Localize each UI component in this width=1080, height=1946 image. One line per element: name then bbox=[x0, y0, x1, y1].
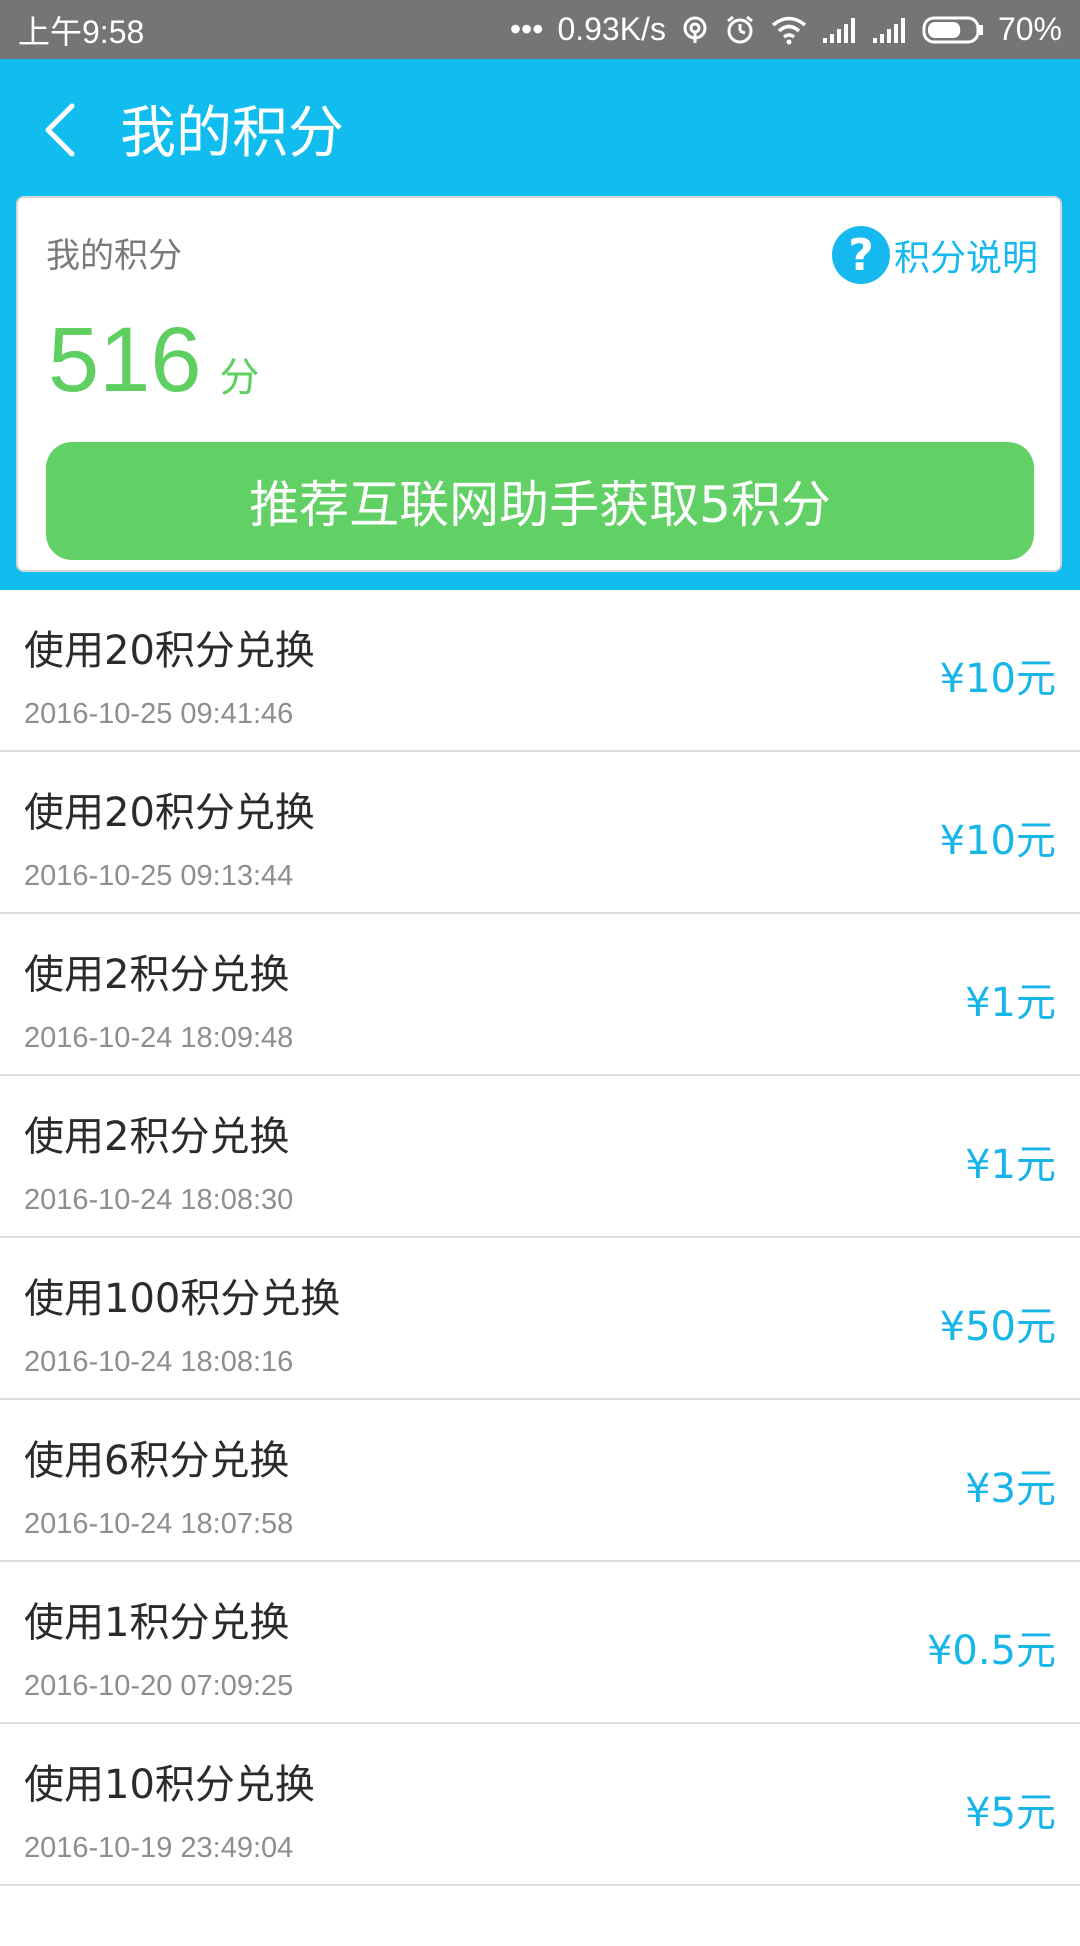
back-arrow-icon bbox=[42, 102, 78, 162]
record-amount: ¥5元 bbox=[965, 1790, 1056, 1836]
network-speed: 0.93K/s bbox=[557, 11, 666, 47]
status-bar: 上午9:58 ••• 0.93K/s 70% bbox=[0, 0, 1080, 59]
wifi-icon bbox=[770, 15, 808, 45]
more-dots: ••• bbox=[509, 11, 544, 47]
exchange-record-list: 使用20积分兑换 2016-10-25 09:41:46 ¥10元 使用20积分… bbox=[0, 590, 1080, 1946]
signal-icon-2 bbox=[872, 16, 908, 44]
points-card-label: 我的积分 bbox=[46, 236, 182, 276]
record-title: 使用2积分兑换 bbox=[24, 952, 290, 998]
signal-icon-1 bbox=[822, 16, 858, 44]
record-date: 2016-10-24 18:09:48 bbox=[24, 1022, 294, 1054]
record-date: 2016-10-19 23:49:04 bbox=[24, 1832, 294, 1864]
record-title: 使用1积分兑换 bbox=[24, 1600, 290, 1646]
status-icons: ••• 0.93K/s 70% bbox=[510, 11, 1062, 48]
list-item[interactable]: 使用20积分兑换 2016-10-25 09:13:44 ¥10元 bbox=[0, 752, 1080, 914]
points-help-link[interactable]: ? 积分说明 bbox=[831, 226, 1038, 284]
record-date: 2016-10-25 09:13:44 bbox=[24, 860, 294, 892]
points-unit: 分 bbox=[219, 355, 260, 401]
list-item[interactable]: 使用2积分兑换 2016-10-24 18:09:48 ¥1元 bbox=[0, 914, 1080, 1076]
question-icon: ? bbox=[831, 226, 890, 284]
record-amount: ¥1元 bbox=[965, 980, 1056, 1026]
record-title: 使用100积分兑换 bbox=[24, 1276, 341, 1322]
record-amount: ¥3元 bbox=[965, 1466, 1056, 1512]
recommend-button[interactable]: 推荐互联网助手获取5积分 bbox=[46, 442, 1034, 560]
hotspot-icon bbox=[680, 15, 710, 45]
points-help-label: 积分说明 bbox=[893, 238, 1038, 279]
status-time: 上午9:58 bbox=[18, 13, 145, 50]
battery-percent: 70% bbox=[997, 11, 1062, 47]
battery-icon bbox=[922, 16, 984, 44]
record-date: 2016-10-24 18:08:30 bbox=[24, 1184, 294, 1216]
record-title: 使用6积分兑换 bbox=[24, 1438, 290, 1484]
list-item[interactable]: 使用100积分兑换 2016-10-24 18:08:16 ¥50元 bbox=[0, 1238, 1080, 1400]
record-title: 使用20积分兑换 bbox=[24, 790, 315, 836]
list-item[interactable]: 使用6积分兑换 2016-10-24 18:07:58 ¥3元 bbox=[0, 1400, 1080, 1562]
record-title: 使用10积分兑换 bbox=[24, 1762, 315, 1808]
record-title: 使用2积分兑换 bbox=[24, 1114, 290, 1160]
points-value: 516 bbox=[48, 309, 202, 411]
record-date: 2016-10-25 09:41:46 bbox=[24, 698, 294, 730]
list-item[interactable]: 使用20积分兑换 2016-10-25 09:41:46 ¥10元 bbox=[0, 590, 1080, 752]
list-item[interactable]: 使用1积分兑换 2016-10-20 07:09:25 ¥0.5元 bbox=[0, 1562, 1080, 1724]
points-display: 516 分 bbox=[48, 308, 260, 413]
record-amount: ¥1元 bbox=[965, 1142, 1056, 1188]
record-amount: ¥0.5元 bbox=[926, 1628, 1056, 1674]
record-date: 2016-10-20 07:09:25 bbox=[24, 1670, 294, 1702]
record-date: 2016-10-24 18:07:58 bbox=[24, 1508, 294, 1540]
points-card: 我的积分 ? 积分说明 516 分 推荐互联网助手获取5积分 bbox=[16, 196, 1062, 572]
record-amount: ¥10元 bbox=[939, 818, 1056, 864]
record-date: 2016-10-24 18:08:16 bbox=[24, 1346, 294, 1378]
back-button[interactable] bbox=[30, 87, 90, 177]
list-item-partial[interactable] bbox=[0, 1886, 1080, 1946]
record-amount: ¥50元 bbox=[939, 1304, 1056, 1350]
record-title: 使用20积分兑换 bbox=[24, 628, 315, 674]
page-title: 我的积分 bbox=[120, 101, 344, 166]
list-item[interactable]: 使用10积分兑换 2016-10-19 23:49:04 ¥5元 bbox=[0, 1724, 1080, 1886]
list-item[interactable]: 使用2积分兑换 2016-10-24 18:08:30 ¥1元 bbox=[0, 1076, 1080, 1238]
record-amount: ¥10元 bbox=[939, 656, 1056, 702]
alarm-icon bbox=[724, 14, 756, 46]
